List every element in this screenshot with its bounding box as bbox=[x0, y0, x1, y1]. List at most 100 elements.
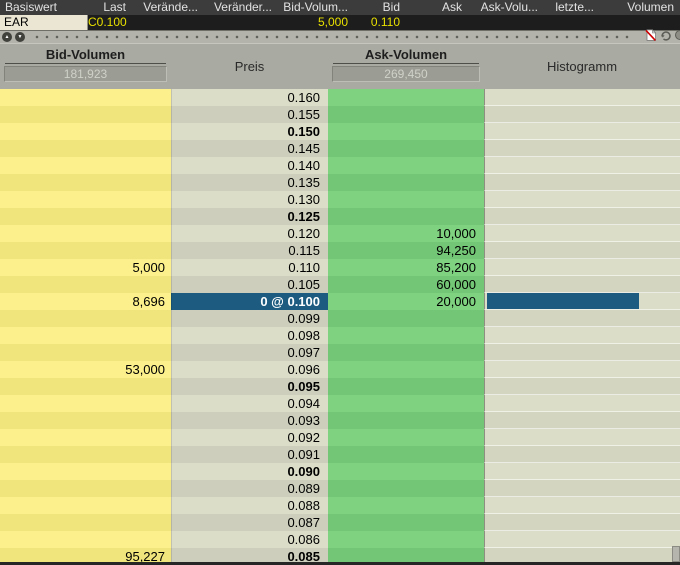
bid-volume-cell[interactable] bbox=[0, 395, 171, 412]
bid-volume-cell[interactable]: 53,000 bbox=[0, 361, 171, 378]
ask-volume-cell[interactable] bbox=[328, 89, 484, 106]
ask-volume-cell[interactable] bbox=[328, 123, 484, 140]
ask-volume-cell[interactable] bbox=[328, 412, 484, 429]
price-cell[interactable]: 0.088 bbox=[171, 497, 328, 514]
bid-volume-column-header[interactable]: Bid-Volumen 181,923 bbox=[0, 44, 171, 89]
scrollbar-fragment[interactable] bbox=[672, 546, 680, 562]
price-cell[interactable]: 0.120 bbox=[171, 225, 328, 242]
bid-volume-cell[interactable] bbox=[0, 242, 171, 259]
column-header-veraendere-1[interactable]: Verände... bbox=[132, 0, 204, 15]
bid-volume-cell[interactable] bbox=[0, 531, 171, 548]
price-cell[interactable]: 0.125 bbox=[171, 208, 328, 225]
ask-volume-cell[interactable] bbox=[328, 446, 484, 463]
bid-volume-cell[interactable] bbox=[0, 140, 171, 157]
ask-volume-cell[interactable] bbox=[328, 497, 484, 514]
ask-volume-cell[interactable] bbox=[328, 378, 484, 395]
price-cell[interactable]: 0.110 bbox=[171, 259, 328, 276]
ask-volume-cell[interactable]: 94,250 bbox=[328, 242, 484, 259]
column-header-volumen[interactable]: Volumen bbox=[600, 0, 680, 15]
ask-volume-cell[interactable] bbox=[328, 463, 484, 480]
ask-volume-cell[interactable] bbox=[328, 157, 484, 174]
bid-volume-cell[interactable] bbox=[0, 89, 171, 106]
collapse-up-button[interactable]: ▲ bbox=[2, 32, 12, 42]
ask-volume-cell[interactable]: 85,200 bbox=[328, 259, 484, 276]
price-cell[interactable]: 0 @ 0.100 bbox=[171, 293, 328, 310]
ask-volume-cell[interactable]: 10,000 bbox=[328, 225, 484, 242]
price-cell[interactable]: 0.160 bbox=[171, 89, 328, 106]
bid-volume-cell[interactable] bbox=[0, 514, 171, 531]
ask-volume-cell[interactable] bbox=[328, 191, 484, 208]
ask-volume-cell[interactable]: 20,000 bbox=[328, 293, 484, 310]
ask-volume-cell[interactable] bbox=[328, 395, 484, 412]
bid-volume-cell[interactable] bbox=[0, 191, 171, 208]
price-cell[interactable]: 0.089 bbox=[171, 480, 328, 497]
price-cell[interactable]: 0.150 bbox=[171, 123, 328, 140]
column-header-basiswert[interactable]: Basiswert bbox=[0, 0, 88, 15]
price-cell[interactable]: 0.130 bbox=[171, 191, 328, 208]
bid-volume-cell[interactable] bbox=[0, 225, 171, 242]
bid-volume-cell[interactable] bbox=[0, 174, 171, 191]
ask-volume-cell[interactable] bbox=[328, 361, 484, 378]
splitter-bar[interactable]: ▲ ▼ bbox=[0, 31, 680, 44]
price-cell[interactable]: 0.090 bbox=[171, 463, 328, 480]
collapse-down-button[interactable]: ▼ bbox=[15, 32, 25, 42]
ask-volume-cell[interactable] bbox=[328, 208, 484, 225]
price-cell[interactable]: 0.155 bbox=[171, 106, 328, 123]
price-cell[interactable]: 0.086 bbox=[171, 531, 328, 548]
ask-volume-cell[interactable] bbox=[328, 310, 484, 327]
document-slash-icon[interactable] bbox=[645, 28, 657, 46]
ask-volume-cell[interactable] bbox=[328, 531, 484, 548]
ask-volume-cell[interactable] bbox=[328, 140, 484, 157]
bid-volume-cell[interactable] bbox=[0, 106, 171, 123]
bid-volume-cell[interactable] bbox=[0, 123, 171, 140]
column-header-bid[interactable]: Bid bbox=[354, 0, 406, 15]
ask-volume-cell[interactable] bbox=[328, 480, 484, 497]
ask-volume-cell[interactable]: 60,000 bbox=[328, 276, 484, 293]
price-cell[interactable]: 0.093 bbox=[171, 412, 328, 429]
price-cell[interactable]: 0.096 bbox=[171, 361, 328, 378]
ask-volume-cell[interactable] bbox=[328, 429, 484, 446]
bid-volume-cell[interactable] bbox=[0, 344, 171, 361]
bid-volume-cell[interactable]: 5,000 bbox=[0, 259, 171, 276]
bid-volume-cell[interactable] bbox=[0, 310, 171, 327]
price-cell[interactable]: 0.098 bbox=[171, 327, 328, 344]
bid-volume-cell[interactable] bbox=[0, 208, 171, 225]
column-header-letzte[interactable]: letzte... bbox=[544, 0, 600, 15]
ask-volume-column-header[interactable]: Ask-Volumen 269,450 bbox=[328, 44, 484, 89]
ask-volume-cell[interactable] bbox=[328, 106, 484, 123]
bid-volume-cell[interactable] bbox=[0, 157, 171, 174]
quote-value-row[interactable]: EAR C0.100 5,000 0.110 bbox=[0, 15, 680, 31]
column-header-ask-volumen[interactable]: Ask-Volu... bbox=[468, 0, 544, 15]
column-header-ask[interactable]: Ask bbox=[406, 0, 468, 15]
rotate-icon[interactable] bbox=[659, 28, 672, 46]
price-cell[interactable]: 0.099 bbox=[171, 310, 328, 327]
histogram-column-header[interactable]: Histogramm bbox=[484, 44, 680, 89]
price-cell[interactable]: 0.087 bbox=[171, 514, 328, 531]
bid-volume-cell[interactable] bbox=[0, 480, 171, 497]
price-cell[interactable]: 0.145 bbox=[171, 140, 328, 157]
price-cell[interactable]: 0.097 bbox=[171, 344, 328, 361]
price-cell[interactable]: 0.095 bbox=[171, 378, 328, 395]
clipped-icon[interactable] bbox=[674, 28, 680, 46]
bid-volume-cell[interactable] bbox=[0, 327, 171, 344]
bid-volume-cell[interactable] bbox=[0, 276, 171, 293]
bid-volume-cell[interactable] bbox=[0, 463, 171, 480]
ask-volume-cell[interactable] bbox=[328, 327, 484, 344]
price-column-header[interactable]: Preis bbox=[171, 44, 328, 89]
ask-volume-cell[interactable] bbox=[328, 344, 484, 361]
price-cell[interactable]: 0.140 bbox=[171, 157, 328, 174]
bid-volume-cell[interactable] bbox=[0, 412, 171, 429]
bid-volume-cell[interactable] bbox=[0, 497, 171, 514]
price-cell[interactable]: 0.115 bbox=[171, 242, 328, 259]
price-cell[interactable]: 0.091 bbox=[171, 446, 328, 463]
bid-volume-cell[interactable] bbox=[0, 378, 171, 395]
column-header-bid-volumen[interactable]: Bid-Volum... bbox=[278, 0, 354, 15]
symbol-cell[interactable]: EAR bbox=[0, 15, 88, 30]
ask-volume-cell[interactable] bbox=[328, 174, 484, 191]
price-cell[interactable]: 0.092 bbox=[171, 429, 328, 446]
price-cell[interactable]: 0.094 bbox=[171, 395, 328, 412]
price-cell[interactable]: 0.105 bbox=[171, 276, 328, 293]
bid-volume-cell[interactable] bbox=[0, 446, 171, 463]
ask-volume-cell[interactable] bbox=[328, 514, 484, 531]
bid-volume-cell[interactable]: 8,696 bbox=[0, 293, 171, 310]
